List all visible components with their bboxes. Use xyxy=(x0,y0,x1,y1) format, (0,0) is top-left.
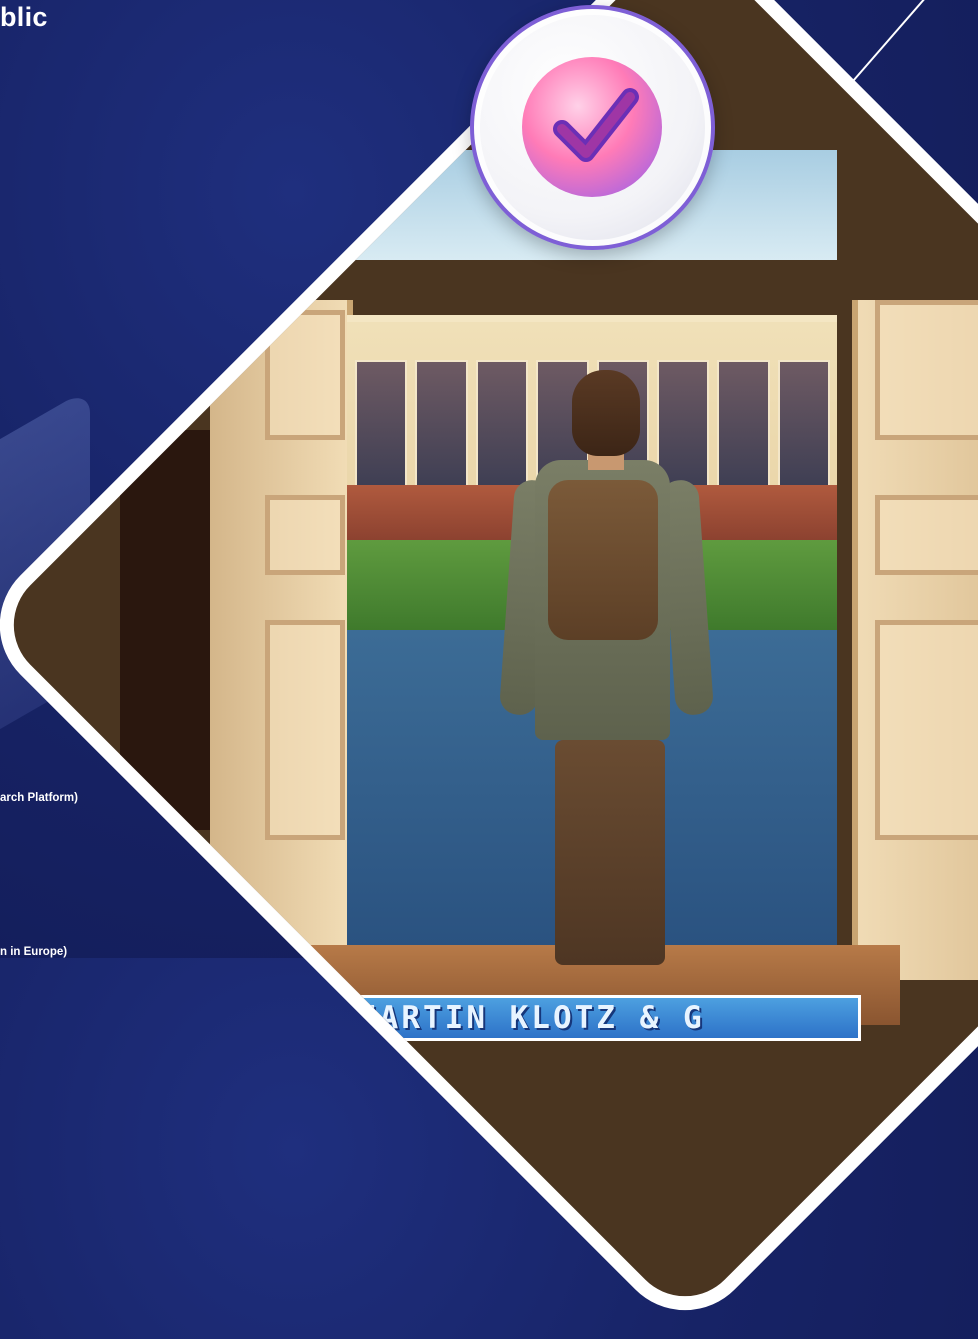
section-heading: blic xyxy=(0,2,48,32)
door-panel xyxy=(264,620,345,840)
list-item-text: n in Europe) xyxy=(0,946,68,958)
decorative-line xyxy=(839,0,966,97)
person-head xyxy=(572,369,640,456)
door-panel xyxy=(875,495,978,575)
check-badge xyxy=(470,5,715,250)
doorway-shadow xyxy=(119,430,210,830)
person-legs xyxy=(555,740,665,965)
door-panel xyxy=(875,300,978,441)
backpack xyxy=(548,480,658,640)
door-panel xyxy=(875,620,978,840)
checkmark-icon xyxy=(522,57,662,197)
list-item-text: arch Platform) xyxy=(0,792,78,804)
name-banner: IARTIN KLOTZ & G xyxy=(354,995,861,1041)
door-panel xyxy=(265,495,345,575)
hero-image: IARTIN KLOTZ & G xyxy=(0,0,978,1325)
hero-image-frame: IARTIN KLOTZ & G xyxy=(0,0,978,1339)
door-panel xyxy=(265,310,345,440)
